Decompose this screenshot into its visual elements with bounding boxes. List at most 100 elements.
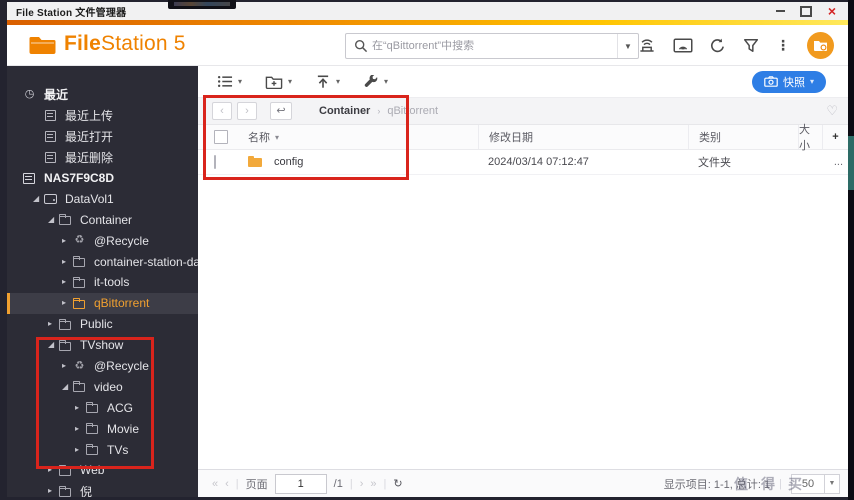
sidebar-item-idx19[interactable]: ▸ 倪 xyxy=(7,481,198,497)
collapse-arrow-icon[interactable]: ◢ xyxy=(48,341,58,349)
expand-arrow-icon[interactable]: ▸ xyxy=(48,487,58,495)
sidebar-item-recycle[interactable]: ▸ ♻ @Recycle xyxy=(7,356,198,377)
app-logo: FileStation 5 xyxy=(29,32,186,56)
sidebar-item-label: ACG xyxy=(107,400,134,415)
sidebar-item-idx3[interactable]: 最近删除 xyxy=(7,147,198,168)
sidebar-item-web[interactable]: ▸ Web xyxy=(7,460,198,481)
wrench-icon xyxy=(363,74,379,89)
sidebar-item-idx2[interactable]: 最近打开 xyxy=(7,126,198,147)
sidebar-tree: ◷ 最近 最近上传 最近打开 最近删除 NAS7F9C8D ◢ DataVol1 ◢ Contai… xyxy=(7,66,198,497)
sidebar-item-video[interactable]: ◢ video xyxy=(7,376,198,397)
sidebar-item-public[interactable]: ▸ Public xyxy=(7,314,198,335)
sidebar-item-label: 最近上传 xyxy=(65,108,114,123)
collapse-arrow-icon[interactable]: ◢ xyxy=(33,194,43,203)
doc-icon xyxy=(43,109,58,122)
sidebar-item-container[interactable]: ◢ Container xyxy=(7,209,198,230)
column-header-type[interactable]: 类别 xyxy=(688,125,798,149)
status-bar: « ‹ | 页面 /1 | › » | ↻ 显示项目: 1-1, 总计: 1 | xyxy=(198,469,848,497)
remote-mount-icon[interactable] xyxy=(638,37,656,53)
search-input[interactable] xyxy=(368,40,617,52)
sidebar-item-recycle[interactable]: ▸ ♻ @Recycle xyxy=(7,230,198,251)
search-scope-dropdown[interactable]: ▼ xyxy=(617,34,638,58)
expand-arrow-icon[interactable]: ▸ xyxy=(62,278,72,286)
filter-icon[interactable] xyxy=(743,38,759,53)
expand-arrow-icon[interactable]: ▸ xyxy=(75,403,85,412)
refresh-list-icon[interactable]: ↻ xyxy=(393,477,402,490)
row-checkbox[interactable] xyxy=(214,155,216,169)
back-button[interactable]: ‹ xyxy=(212,102,232,120)
sidebar-item-label: 最近打开 xyxy=(65,129,114,144)
sidebar-item-label: qBittorrent xyxy=(94,296,150,311)
sidebar-item-label: 最近删除 xyxy=(65,150,114,165)
search-box: ▼ xyxy=(345,33,639,59)
sidebar-item-label: Container xyxy=(80,212,133,227)
first-page-button[interactable]: « xyxy=(212,478,218,490)
table-row[interactable]: config 2024/03/14 07:12:47 文件夹... xyxy=(198,150,848,175)
folder-icon xyxy=(72,297,87,310)
minimize-button[interactable] xyxy=(774,5,786,17)
upload-button[interactable]: ▾ xyxy=(308,71,347,93)
sidebar-item-label: it-tools xyxy=(94,275,130,290)
doc-icon xyxy=(43,130,58,143)
file-list: config 2024/03/14 07:12:47 文件夹... xyxy=(198,150,848,469)
sidebar-item-container-station-data[interactable]: ▸ container-station-data xyxy=(7,251,198,272)
expand-arrow-icon[interactable]: ▸ xyxy=(48,320,58,328)
sidebar-item-it-tools[interactable]: ▸ it-tools xyxy=(7,272,198,293)
close-button[interactable]: × xyxy=(826,4,838,18)
sidebar-item-label: 倪 xyxy=(80,484,93,497)
expand-arrow-icon[interactable]: ▸ xyxy=(62,257,72,266)
column-header-size[interactable]: 大小 xyxy=(798,124,822,152)
sidebar-item-nas7f9c8d[interactable]: NAS7F9C8D xyxy=(7,168,198,189)
sidebar-item-tvshow[interactable]: ◢ TVshow xyxy=(7,335,198,356)
column-header-name[interactable]: 名称 ▾ xyxy=(242,125,478,149)
prev-page-button[interactable]: ‹ xyxy=(225,478,229,490)
sidebar-item-datavol1[interactable]: ◢ DataVol1 xyxy=(7,188,198,209)
sidebar-item-idx1[interactable]: 最近上传 xyxy=(7,105,198,126)
expand-arrow-icon[interactable]: ▸ xyxy=(62,299,72,307)
add-column-button[interactable]: + xyxy=(822,125,848,149)
favorite-heart-icon[interactable]: ♡ xyxy=(826,103,838,119)
items-summary: 显示项目: 1-1, 总计: 1 xyxy=(663,478,771,491)
sidebar-item-idx0[interactable]: ◷ 最近 xyxy=(7,84,198,105)
snapshot-button[interactable]: 快照 ▾ xyxy=(751,70,826,93)
status-right: 显示项目: 1-1, 总计: 1 | 50 ▼ xyxy=(663,473,840,494)
drive-icon xyxy=(43,192,58,205)
column-header-modified[interactable]: 修改日期 xyxy=(478,125,688,149)
new-folder-button[interactable]: ▾ xyxy=(258,71,299,93)
collapse-arrow-icon[interactable]: ◢ xyxy=(62,382,72,391)
refresh-icon[interactable] xyxy=(710,38,726,53)
sidebar-item-tvs[interactable]: ▸ TVs xyxy=(7,439,198,460)
up-level-button[interactable]: ↩ xyxy=(270,102,292,120)
filestation-app-badge[interactable] xyxy=(807,31,834,59)
breadcrumb: Container › qBittorrent xyxy=(319,105,438,117)
chevron-down-icon: ▼ xyxy=(824,474,839,493)
breadcrumb-parent[interactable]: Container xyxy=(319,105,370,117)
breadcrumb-current[interactable]: qBittorrent xyxy=(387,105,438,117)
sidebar-item-label: TVs xyxy=(107,442,129,457)
expand-arrow-icon[interactable]: ▸ xyxy=(62,236,72,245)
folder-icon xyxy=(72,276,87,289)
view-mode-button[interactable]: ▾ xyxy=(210,71,249,92)
expand-arrow-icon[interactable]: ▸ xyxy=(48,466,58,474)
expand-arrow-icon[interactable]: ▸ xyxy=(75,445,85,454)
page-number-input[interactable] xyxy=(274,473,327,494)
collapse-arrow-icon[interactable]: ◢ xyxy=(48,215,58,224)
maximize-button[interactable] xyxy=(800,5,812,17)
more-menu-icon[interactable]: ⋮ xyxy=(776,37,790,54)
forward-button[interactable]: › xyxy=(237,102,257,120)
last-page-button[interactable]: » xyxy=(370,478,376,490)
sidebar-item-movie[interactable]: ▸ Movie xyxy=(7,418,198,439)
page-size-select[interactable]: 50 ▼ xyxy=(791,473,840,494)
sidebar-item-label: TVshow xyxy=(80,338,124,353)
tools-button[interactable]: ▾ xyxy=(356,71,395,93)
folder-icon xyxy=(58,318,73,331)
app-name: FileStation 5 xyxy=(64,32,186,55)
expand-arrow-icon[interactable]: ▸ xyxy=(75,424,85,433)
sidebar-item-qbittorrent[interactable]: ▸ qBittorrent xyxy=(7,292,198,314)
select-all-checkbox[interactable] xyxy=(214,130,228,144)
next-page-button[interactable]: › xyxy=(360,478,364,490)
sidebar-item-label: container-station-data xyxy=(94,254,198,269)
sidebar-item-acg[interactable]: ▸ ACG xyxy=(7,397,198,418)
expand-arrow-icon[interactable]: ▸ xyxy=(62,362,72,370)
cast-to-screen-icon[interactable] xyxy=(673,38,693,53)
